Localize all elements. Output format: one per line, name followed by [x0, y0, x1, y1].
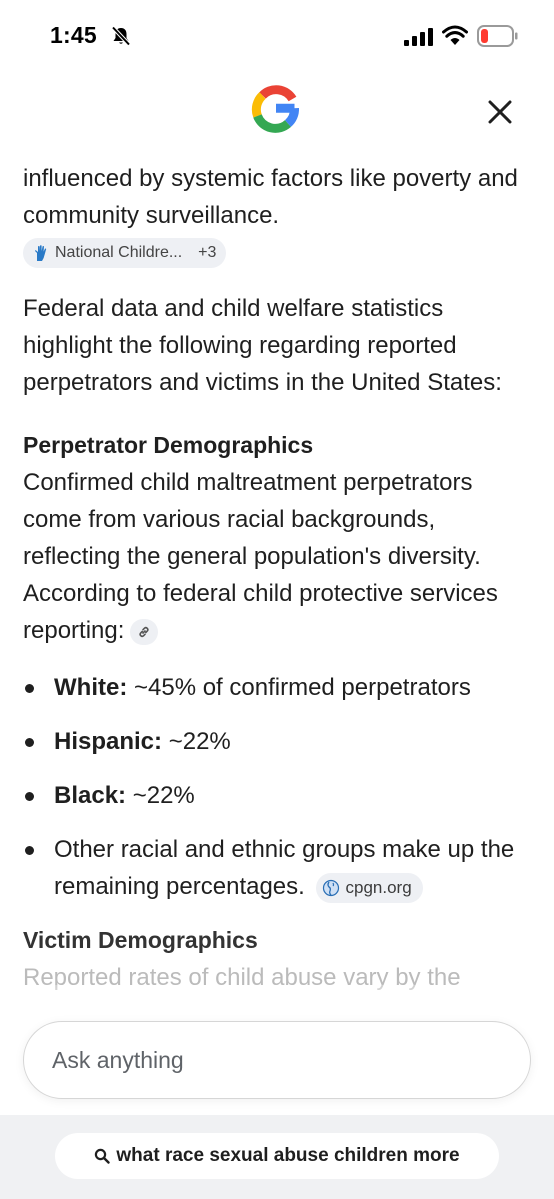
- demographics-list: White: ~45% of confirmed perpetrators Hi…: [23, 669, 533, 905]
- victim-heading: Victim Demographics: [23, 927, 258, 953]
- status-bar: 1:45: [0, 0, 554, 70]
- hand-icon: [35, 245, 47, 261]
- cpgn-source-chip[interactable]: cpgn.org: [315, 872, 423, 903]
- wifi-icon: [442, 25, 468, 45]
- bell-muted-icon: [111, 26, 131, 46]
- google-logo: [251, 85, 299, 133]
- search-icon: [95, 1148, 111, 1164]
- list-item: Hispanic: ~22%: [23, 723, 533, 760]
- globe-icon: [322, 879, 339, 896]
- list-item: Black: ~22%: [23, 777, 533, 814]
- ask-input[interactable]: Ask anything: [23, 1021, 531, 1099]
- list-item-label: Hispanic:: [54, 728, 163, 755]
- intro-paragraph: influenced by systemic factors like pove…: [23, 165, 518, 229]
- list-item: Other racial and ethnic groups make up t…: [23, 831, 533, 905]
- ask-input-placeholder: Ask anything: [52, 1046, 184, 1073]
- list-item: White: ~45% of confirmed perpetrators: [23, 669, 533, 706]
- summary-paragraph: Federal data and child welfare statistic…: [23, 295, 502, 396]
- cellular-signal-icon: [404, 28, 433, 46]
- perpetrator-paragraph: Confirmed child maltreatment perpetrator…: [23, 464, 533, 649]
- list-item-text: ~22%: [162, 728, 231, 755]
- close-icon[interactable]: [484, 96, 516, 128]
- list-item-label: Black:: [54, 782, 127, 809]
- footer-bar: what race sexual abuse children more: [0, 1115, 554, 1199]
- search-query-pill[interactable]: what race sexual abuse children more: [55, 1133, 499, 1179]
- source-chip-count: +3: [198, 244, 217, 261]
- list-item-text: ~22%: [126, 782, 195, 809]
- source-chip-label: National Childre...: [55, 244, 183, 261]
- cpgn-source-label: cpgn.org: [345, 878, 412, 898]
- list-item-text: ~45% of confirmed perpetrators: [127, 674, 471, 701]
- status-time: 1:45: [50, 22, 97, 48]
- link-chip[interactable]: [130, 618, 159, 645]
- battery-low-icon: [477, 25, 518, 47]
- link-icon: [139, 626, 149, 637]
- search-query-text: what race sexual abuse children more: [116, 1145, 460, 1166]
- list-item-label: White:: [54, 674, 128, 701]
- source-chip[interactable]: National Childre... +3: [23, 238, 227, 268]
- list-item-text: Other racial and ethnic groups make up t…: [54, 836, 515, 900]
- perpetrator-body-text: Confirmed child maltreatment perpetrator…: [23, 469, 498, 644]
- answer-content: influenced by systemic factors like pove…: [23, 160, 533, 1030]
- perpetrator-heading: Perpetrator Demographics: [23, 432, 314, 458]
